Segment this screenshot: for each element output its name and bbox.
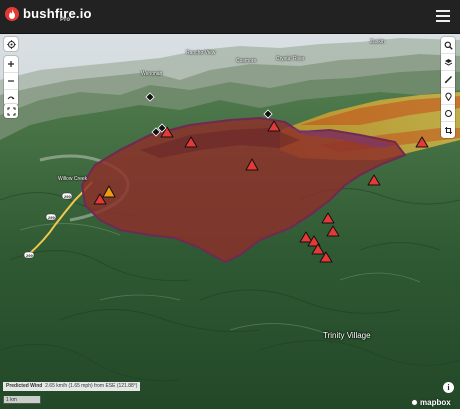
road-shield-label: 299 [64, 194, 71, 199]
mapbox-icon [411, 399, 418, 406]
terrain-3d-view[interactable] [0, 34, 460, 409]
wind-value: 2.65 km/h (1.65 mph) from ESE (121.88°) [45, 383, 138, 389]
minus-icon [8, 80, 14, 82]
layers-icon [444, 58, 452, 66]
search-button[interactable] [441, 37, 455, 54]
info-icon[interactable]: i [443, 382, 454, 393]
brand-tier: Pro [60, 17, 71, 23]
compass-icon [7, 96, 15, 100]
place-label: Zaskin [370, 39, 385, 45]
pin-button[interactable] [441, 88, 455, 105]
circle-icon [444, 109, 452, 117]
crop-icon [444, 126, 452, 134]
measure-button[interactable] [441, 71, 455, 88]
top-bar: bushfire.io Pro [0, 0, 460, 34]
layers-button[interactable] [441, 54, 455, 71]
map-view[interactable]: 299 299 299 Wenonah Rancho View Cosmore … [0, 34, 460, 409]
hamburger-menu-icon[interactable] [436, 10, 450, 22]
expand-icon [7, 107, 15, 115]
zoom-in-button[interactable] [4, 56, 18, 73]
locate-button[interactable] [4, 37, 18, 51]
place-label: Crystal River [276, 56, 305, 62]
flame-icon [5, 6, 19, 21]
place-label-trinity-village: Trinity Village [323, 331, 371, 340]
zoom-controls [4, 56, 18, 106]
mapbox-logo[interactable]: mapbox [411, 398, 451, 407]
map-pin-icon [444, 92, 452, 101]
circle-tool-button[interactable] [441, 105, 455, 122]
crosshair-icon [6, 39, 16, 49]
search-icon [444, 41, 453, 50]
road-shield-label: 299 [48, 215, 55, 220]
wind-label: Predicted Wind [6, 383, 43, 389]
ruler-icon [444, 75, 452, 83]
predicted-wind-info: Predicted Wind 2.65 km/h (1.65 mph) from… [3, 382, 141, 391]
place-label: Rancho View [186, 50, 216, 56]
right-tool-controls [441, 37, 455, 138]
brand-logo[interactable]: bushfire.io [5, 6, 92, 21]
place-label: Cosmore [236, 58, 257, 64]
crop-tool-button[interactable] [441, 122, 455, 138]
fullscreen-button[interactable] [4, 104, 18, 118]
road-shield-label: 299 [26, 253, 33, 258]
place-label: Willow Creek [58, 176, 88, 182]
place-label: Wenonah [141, 71, 163, 77]
brand-name: bushfire.io [23, 6, 92, 21]
mapbox-text: mapbox [420, 398, 451, 407]
scale-bar: 1 km [3, 396, 41, 404]
plus-icon [8, 61, 14, 67]
zoom-out-button[interactable] [4, 73, 18, 90]
